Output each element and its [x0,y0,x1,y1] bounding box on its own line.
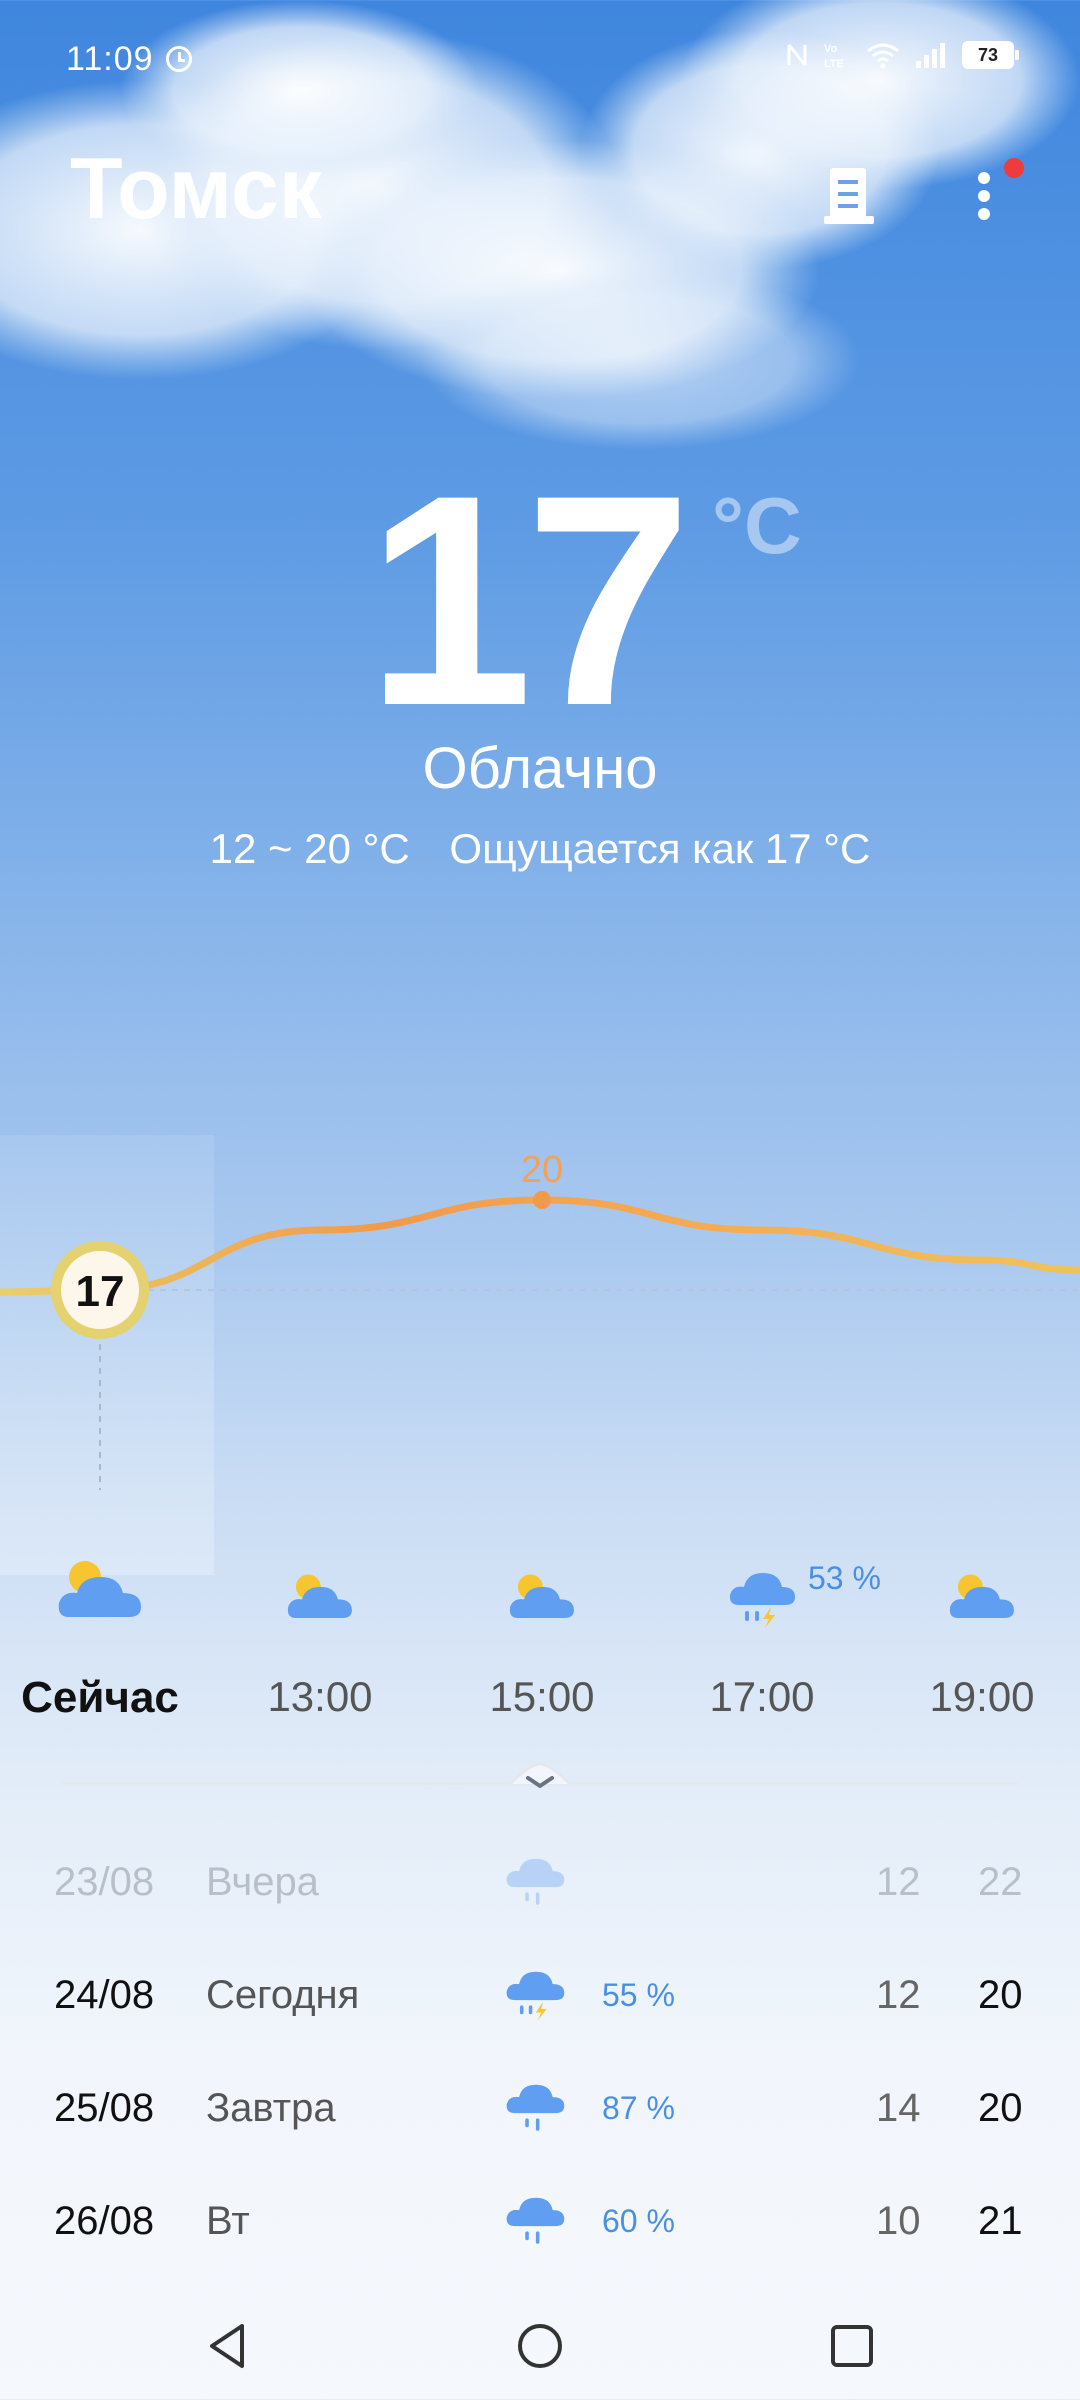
day-date: 25/08 [54,2086,155,2130]
current-temperature: 17 [366,432,692,768]
day-precip: 60 % [602,2203,675,2239]
day-name: Завтра [206,2086,336,2130]
rain-icon [504,2187,566,2256]
day-precip: 55 % [602,1977,675,2013]
day-low: 10 [876,2199,921,2243]
volte-icon: Vo LTE [824,43,844,70]
day-high: 20 [978,1973,1023,2017]
daily-row[interactable]: 24/08 Сегодня 55 % 12 20 [0,1953,1080,2043]
svg-text:LTE: LTE [824,58,844,70]
home-icon[interactable] [510,2316,570,2376]
alarm-clock-icon [166,46,192,72]
day-name: Сегодня [206,1973,360,2017]
current-hour-value: 17 [76,1267,125,1316]
thunderstorm-icon [504,1961,566,2030]
more-vert-icon[interactable] [960,160,1010,234]
partly-cloudy-icon [55,1555,145,1630]
day-date: 23/08 [54,1860,155,1904]
day-name: Вчера [206,1860,319,1904]
day-date: 24/08 [54,1973,155,2017]
daily-row[interactable]: 23/08 Вчера 12 22 [0,1840,1080,1930]
hourly-forecast-strip[interactable]: Сейчас 13:00 15:00 17:00 19:00 [0,1555,1080,1735]
notification-badge [1004,158,1024,178]
temperature-range: 12 ~ 20 °C [209,825,410,872]
hour-label: 13:00 [267,1673,373,1720]
recents-icon[interactable] [822,2316,882,2376]
day-high: 22 [978,1860,1023,1904]
daily-row[interactable]: 26/08 Вт 60 % 10 21 [0,2179,1080,2269]
current-condition: Облачно [422,736,658,801]
temperature-summary: 12 ~ 20 °C Ощущается как 17 °C [0,825,1080,873]
daily-row[interactable]: 25/08 Завтра 87 % 14 20 [0,2066,1080,2156]
partly-cloudy-icon [947,1569,1017,1630]
battery-icon: 73 [962,41,1019,69]
thunderstorm-icon [727,1565,797,1634]
status-icons: Vo LTE 73 [786,40,1019,70]
hour-label: 17:00 [709,1673,815,1720]
status-time: 11:09 [66,40,154,78]
signal-icon [916,43,945,68]
temperature-point [533,1191,551,1209]
day-date: 26/08 [54,2199,155,2243]
day-low: 12 [876,1973,921,2017]
city-name[interactable]: Томск [70,140,322,239]
rain-icon [504,2074,566,2143]
max-temperature-label: 20 [521,1149,563,1191]
hour-label: 19:00 [929,1673,1035,1720]
hourly-temperature-chart: 1720 [0,1149,1080,1490]
hour-label: 15:00 [489,1673,595,1720]
day-low: 12 [876,1860,921,1904]
building-icon[interactable] [820,160,880,230]
partly-cloudy-icon [285,1569,355,1630]
day-precip: 87 % [602,2090,675,2126]
nfc-icon [787,44,807,66]
day-name: Вт [206,2199,250,2243]
chevron-down-icon[interactable] [510,1762,570,1802]
back-icon[interactable] [198,2316,258,2376]
hour-label: Сейчас [21,1673,179,1722]
day-high: 21 [978,2199,1023,2243]
day-high: 20 [978,2086,1023,2130]
partly-cloudy-icon [507,1569,577,1630]
feels-like: Ощущается как 17 °C [449,825,871,872]
temperature-unit: °C [712,481,802,570]
wifi-icon [867,43,899,69]
temperature-line [0,1196,1080,1296]
system-navigation-bar [0,2290,1080,2400]
rain-icon [504,1848,566,1917]
hourly-precip-17: 53 % [808,1560,881,1596]
svg-text:Vo: Vo [824,43,838,55]
day-low: 14 [876,2086,921,2130]
status-bar: 11:09 Vo LTE 73 [0,0,1080,120]
